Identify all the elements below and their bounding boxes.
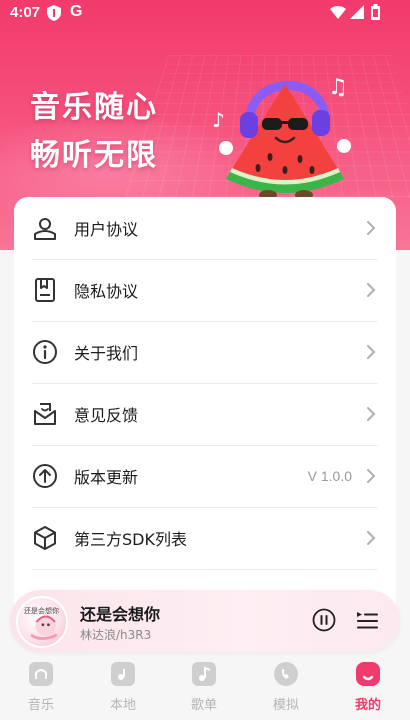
menu-item-label: 用户协议: [74, 220, 139, 239]
signal-icon: [350, 5, 364, 19]
menu-item-feedback[interactable]: 意见反馈: [14, 383, 396, 445]
folder-icon: [111, 662, 135, 686]
hero-slogan-line2: 畅听无限: [30, 138, 158, 173]
pause-button[interactable]: [312, 608, 336, 632]
menu-item-label: 隐私协议: [74, 282, 139, 301]
phone-icon: [274, 662, 298, 686]
mini-player[interactable]: 还是会想你 还是会想你 林达浪/h3R3: [10, 590, 400, 652]
wifi-icon: [330, 6, 346, 19]
chevron-right-icon: [367, 283, 376, 297]
divider: [32, 569, 378, 570]
playlist-button[interactable]: [356, 610, 378, 630]
menu-item-third-party-sdk[interactable]: 第三方SDK列表: [14, 507, 396, 569]
bottom-nav: 音乐 本地 歌单 模拟 我的: [0, 656, 410, 720]
info-icon: [33, 340, 57, 364]
status-bar: 4:07 G: [0, 0, 410, 28]
menu-item-privacy[interactable]: 隐私协议: [14, 259, 396, 321]
menu-item-label: 意见反馈: [74, 406, 139, 425]
nav-label: 本地: [109, 698, 136, 713]
nav-label: 音乐: [27, 698, 54, 713]
nav-tab-simulate[interactable]: 模拟: [256, 662, 316, 718]
song-title: 还是会想你: [80, 605, 161, 624]
version-value: V 1.0.0: [307, 468, 352, 484]
menu-item-about-us[interactable]: 关于我们: [14, 321, 396, 383]
feedback-icon: [34, 403, 56, 425]
privacy-icon: [35, 278, 55, 302]
nav-tab-playlist[interactable]: 歌单: [174, 662, 234, 718]
album-cover[interactable]: 还是会想你: [16, 596, 68, 648]
nav-tab-music[interactable]: 音乐: [11, 662, 71, 718]
menu-item-label: 版本更新: [74, 468, 139, 487]
menu-item-label: 关于我们: [74, 344, 139, 363]
menu-item-user-agreement[interactable]: 用户协议: [14, 197, 396, 259]
chevron-right-icon: [367, 345, 376, 359]
chevron-right-icon: [367, 469, 376, 483]
menu-item-version-update[interactable]: 版本更新 V 1.0.0: [14, 445, 396, 507]
status-time: 4:07: [10, 4, 41, 21]
watermelon-mascot-illustration: [219, 80, 351, 200]
nav-label: 我的: [354, 698, 381, 713]
music-tab-icon: [29, 662, 53, 686]
sdk-cube-icon: [34, 526, 56, 550]
album-art-illustration: [30, 615, 58, 640]
chevron-right-icon: [367, 221, 376, 235]
nav-label: 歌单: [190, 698, 217, 713]
update-icon: [33, 464, 57, 488]
battery-icon: [371, 4, 380, 20]
shield-icon: [47, 5, 61, 21]
playlist-tab-icon: [192, 662, 216, 686]
nav-tab-mine[interactable]: 我的: [338, 662, 398, 718]
profile-tab-icon: [356, 662, 380, 686]
settings-menu-card: 用户协议 隐私协议 关于我们 意见反馈 版本更新 V 1.0.0 第三方SDK列…: [14, 197, 396, 617]
chevron-right-icon: [367, 531, 376, 545]
nav-tab-local[interactable]: 本地: [93, 662, 153, 718]
song-artist: 林达浪/h3R3: [80, 628, 152, 642]
google-icon: G: [70, 3, 83, 20]
hero-slogan-line1: 音乐随心: [30, 90, 158, 125]
menu-item-label: 第三方SDK列表: [74, 530, 187, 549]
user-agreement-icon: [34, 218, 56, 240]
nav-label: 模拟: [272, 698, 299, 713]
chevron-right-icon: [367, 407, 376, 421]
